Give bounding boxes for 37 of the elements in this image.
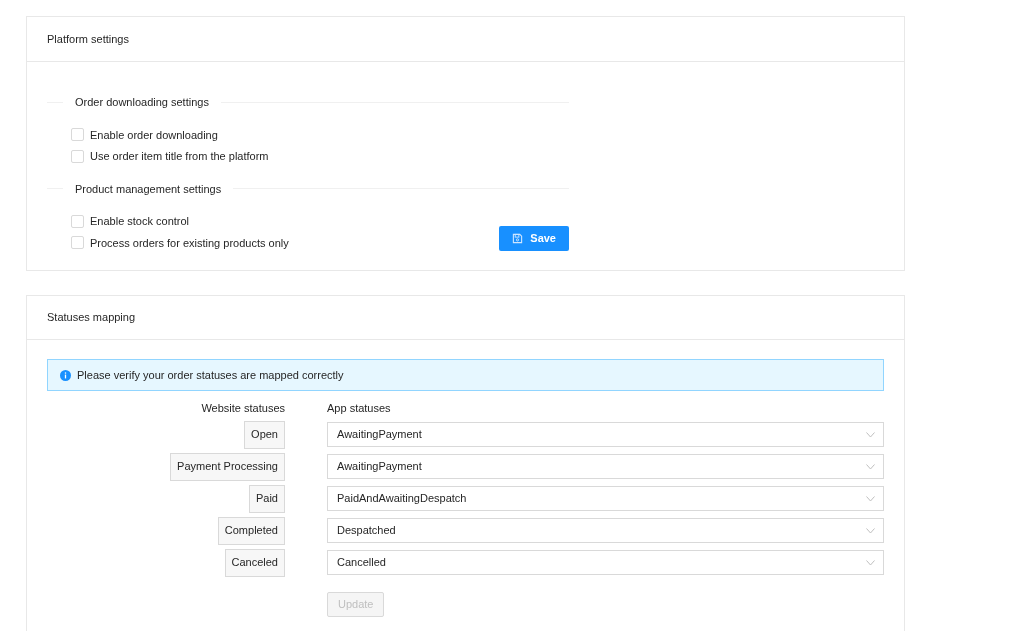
status-select[interactable]: AwaitingPayment: [327, 454, 884, 479]
section-heading: Product management settings: [75, 181, 222, 197]
chevron-down-icon: [866, 559, 875, 566]
chevron-down-icon: [866, 431, 875, 438]
select-value: AwaitingPayment: [337, 459, 422, 475]
status-select[interactable]: Despatched: [327, 518, 884, 543]
website-status-tag: Completed: [217, 516, 285, 545]
info-message: Please verify your order statuses are mapped correctly: [77, 367, 344, 383]
checkbox[interactable]: [71, 149, 84, 163]
chevron-down-icon: [866, 527, 875, 534]
select-value: AwaitingPayment: [337, 427, 422, 443]
checkbox-label: Enable order downloading: [90, 127, 218, 143]
website-status-tag: Open: [244, 420, 285, 449]
checkbox-label: Process orders for existing products only: [90, 235, 289, 251]
info-icon: [60, 369, 71, 381]
card-title: Platform settings: [47, 31, 129, 47]
card-title: Statuses mapping: [47, 310, 136, 326]
select-value: Cancelled: [337, 555, 386, 571]
column-header: App statuses: [327, 401, 392, 416]
checkbox[interactable]: [71, 214, 84, 228]
column-header: Website statuses: [201, 401, 285, 416]
checkbox-label: Use order item title from the platform: [90, 149, 269, 164]
save-icon: [512, 233, 524, 244]
checkbox[interactable]: [71, 128, 84, 142]
status-select[interactable]: Cancelled: [327, 550, 884, 575]
checkbox[interactable]: [71, 236, 84, 250]
website-status-tag: Paid: [248, 484, 285, 513]
checkbox-label: Enable stock control: [90, 214, 190, 229]
select-value: PaidAndAwaitingDespatch: [337, 491, 467, 507]
status-select[interactable]: AwaitingPayment: [327, 422, 884, 447]
website-status-tag: Canceled: [224, 548, 285, 577]
chevron-down-icon: [866, 495, 875, 502]
website-status-tag: Payment Processing: [170, 452, 285, 481]
select-value: Despatched: [337, 523, 396, 539]
status-select[interactable]: PaidAndAwaitingDespatch: [327, 486, 884, 511]
chevron-down-icon: [866, 463, 875, 470]
section-heading: Order downloading settings: [75, 95, 209, 110]
